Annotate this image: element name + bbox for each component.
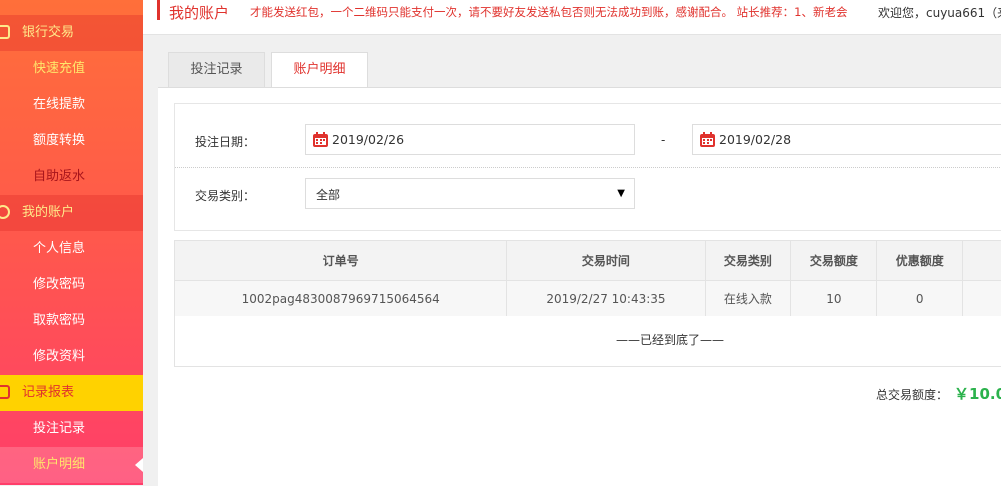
column-header-bonus: 优惠额度 — [876, 241, 964, 281]
sidebar-item-label: 自助返水 — [33, 169, 86, 184]
sidebar-section-label: 我的账户 — [22, 205, 75, 220]
sidebar-section-label: 银行交易 — [22, 25, 75, 40]
sidebar-item-rebate[interactable]: 自助返水 — [0, 159, 143, 195]
cell-amount: 10 — [790, 280, 878, 316]
end-date-value: 2019/02/28 — [719, 132, 792, 147]
sidebar-item-label: 额度转换 — [33, 133, 86, 148]
tab-account-details[interactable]: 账户明细 — [271, 52, 368, 89]
notice-marquee: 才能发送红包，一个二维码只能支付一次，请不要好友发送私包否则无法成功到账，感谢配… — [250, 5, 848, 19]
end-date-input[interactable]: 2019/02/28 — [692, 124, 1001, 155]
main-panel: 投注日期： 2019/02/26 - 2019/02/28 交易类别： 全部 ▼… — [158, 87, 1001, 486]
calendar-icon — [313, 132, 328, 147]
user-icon — [0, 205, 10, 219]
sidebar-item-label: 账户明细 — [33, 457, 86, 472]
sidebar-item-label: 修改资料 — [33, 349, 86, 364]
table-row: 1002pag4830087969715064564 2019/2/27 10:… — [175, 280, 1001, 316]
total-summary: 总交易额度： ￥10.00 — [876, 383, 1001, 404]
sidebar-item-change-password[interactable]: 修改密码 — [0, 267, 143, 303]
sidebar-item-edit-info[interactable]: 修改资料 — [0, 339, 143, 375]
records-grid: 订单号 交易时间 交易类别 交易额度 优惠额度 1002pag483008796… — [175, 241, 1001, 316]
dropdown-arrow-icon: ▼ — [617, 188, 625, 199]
column-header-order: 订单号 — [175, 241, 508, 281]
sidebar-item-account-details[interactable]: 账户明细 — [0, 447, 143, 483]
sidebar-item-label: 快速充值 — [33, 61, 86, 76]
sidebar-section-label: 记录报表 — [22, 385, 75, 400]
transaction-type-select[interactable]: 全部 ▼ — [305, 178, 635, 209]
sidebar-item-profile[interactable]: 个人信息 — [0, 231, 143, 267]
column-header-time: 交易时间 — [506, 241, 706, 281]
sidebar-item-transfer[interactable]: 额度转换 — [0, 123, 143, 159]
type-select-value: 全部 — [316, 188, 341, 202]
records-table: 订单号 交易时间 交易类别 交易额度 优惠额度 1002pag483008796… — [174, 240, 1001, 367]
sidebar-item-label: 个人信息 — [33, 241, 86, 256]
welcome-text: 欢迎您，cuyua661（来 — [878, 6, 1001, 20]
bank-card-icon — [0, 25, 10, 39]
sidebar-item-withdraw[interactable]: 在线提款 — [0, 87, 143, 123]
cell-extra — [962, 280, 1001, 316]
sidebar-item-label: 投注记录 — [33, 421, 86, 436]
start-date-value: 2019/02/26 — [332, 132, 405, 147]
sidebar-item-label: 修改密码 — [33, 277, 86, 292]
sidebar-item-quick-deposit[interactable]: 快速充值 — [0, 51, 143, 87]
end-of-list-message: ——已经到底了—— — [615, 333, 724, 347]
filter-divider — [175, 167, 1001, 168]
top-bar: 我的账户 才能发送红包，一个二维码只能支付一次，请不要好友发送私包否则无法成功到… — [143, 0, 1001, 35]
total-label: 总交易额度： — [876, 388, 949, 402]
sidebar-section-account[interactable]: 我的账户 — [0, 195, 143, 231]
column-header-type: 交易类别 — [705, 241, 792, 281]
sidebar-section-reports[interactable]: 记录报表 — [0, 375, 143, 411]
sidebar-item-bet-records[interactable]: 投注记录 — [0, 411, 143, 447]
sidebar-item-label: 取款密码 — [33, 313, 86, 328]
filter-panel: 投注日期： 2019/02/26 - 2019/02/28 交易类别： 全部 ▼ — [174, 103, 1001, 231]
report-icon — [0, 385, 10, 399]
date-separator: - — [661, 133, 666, 147]
cell-bonus: 0 — [876, 280, 964, 316]
total-amount: ￥10.00 — [954, 385, 1001, 403]
tab-bet-records[interactable]: 投注记录 — [168, 52, 265, 88]
sidebar-item-label: 在线提款 — [33, 97, 86, 112]
start-date-input[interactable]: 2019/02/26 — [305, 124, 635, 155]
title-accent-bar — [157, 0, 160, 20]
active-caret-icon — [135, 458, 143, 472]
calendar-icon — [700, 132, 715, 147]
type-label: 交易类别： — [195, 189, 256, 203]
table-header-row: 订单号 交易时间 交易类别 交易额度 优惠额度 — [175, 241, 1001, 281]
cell-type: 在线入款 — [705, 280, 792, 316]
sidebar-section-bank[interactable]: 银行交易 — [0, 15, 143, 51]
sidebar: 银行交易 快速充值 在线提款 额度转换 自助返水 我的账户 个人信息 修改密码 … — [0, 0, 143, 485]
column-header-extra — [962, 241, 1001, 281]
page-title: 我的账户 — [169, 4, 230, 22]
cell-order-id: 1002pag4830087969715064564 — [175, 280, 508, 316]
cell-time: 2019/2/27 10:43:35 — [506, 280, 706, 316]
sidebar-item-withdraw-password[interactable]: 取款密码 — [0, 303, 143, 339]
column-header-amount: 交易额度 — [790, 241, 878, 281]
date-label: 投注日期： — [195, 135, 256, 149]
